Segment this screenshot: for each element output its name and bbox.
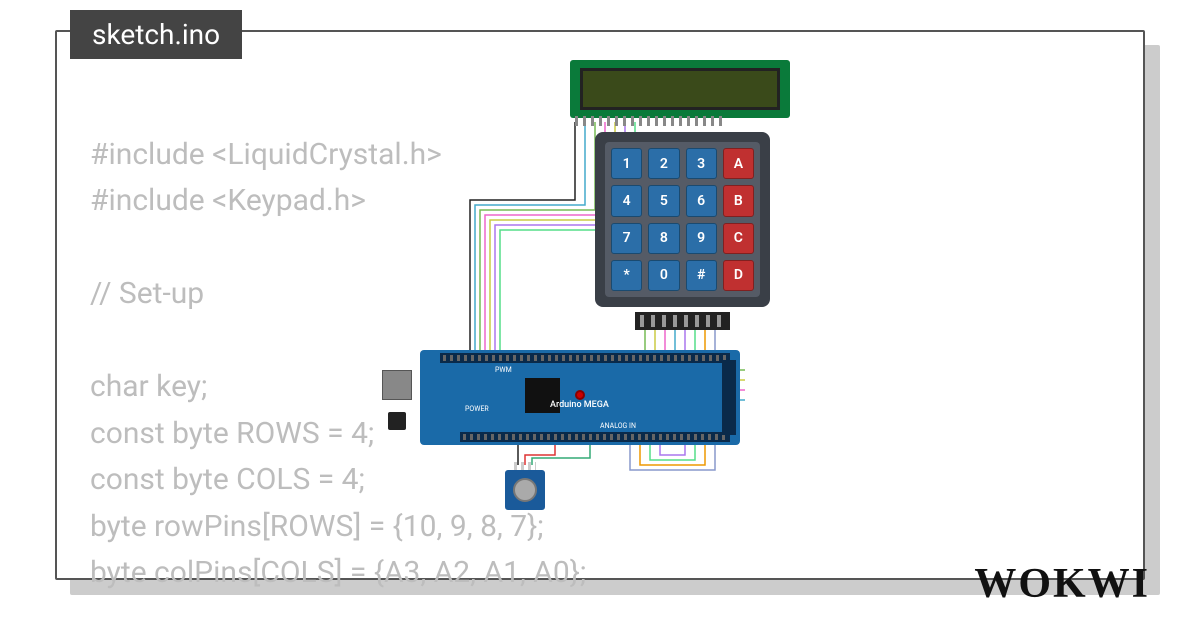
filename-tab[interactable]: sketch.ino [70,10,242,59]
keypad-key-1[interactable]: 1 [611,148,642,179]
keypad-key-2[interactable]: 2 [648,148,679,179]
keypad-key-5[interactable]: 5 [648,185,679,216]
mega-reset-button[interactable] [575,390,585,400]
code-line: char key; [90,369,207,404]
keypad-key-0[interactable]: 0 [648,260,679,291]
code-line: // Set-up [90,276,204,311]
mega-usb-port [382,370,412,400]
keypad-grid: 123A 456B 789C *0#D [605,142,760,297]
keypad-key-A[interactable]: A [723,148,754,179]
keypad-key-3[interactable]: 3 [686,148,717,179]
keypad-key-B[interactable]: B [723,185,754,216]
wokwi-logo: WOKWI [974,560,1150,608]
lcd-display[interactable] [570,60,790,118]
mega-header-top [440,353,730,363]
mega-header-right [722,360,736,435]
board-analog-label: ANALOG IN [600,422,636,430]
potentiometer-pins [514,462,536,470]
code-line: const byte COLS = 4; [90,462,365,497]
keypad-key-D[interactable]: D [723,260,754,291]
code-line: byte colPins[COLS] = {A3, A2, A1, A0}; [90,555,586,590]
code-line: const byte ROWS = 4; [90,416,374,451]
keypad-key-*[interactable]: * [611,260,642,291]
code-line: #include <LiquidCrystal.h> [90,137,442,172]
keypad-key-8[interactable]: 8 [648,223,679,254]
keypad-key-6[interactable]: 6 [686,185,717,216]
code-line: #include <Keypad.h> [90,183,366,218]
mega-power-jack [388,412,406,430]
board-power-label: POWER [465,405,489,413]
keypad-4x4[interactable]: 123A 456B 789C *0#D [595,132,770,307]
board-name-label: Arduino MEGA [550,400,609,410]
keypad-pin-header [635,312,730,330]
mega-header-bottom [460,432,730,442]
board-pwm-label: PWM [495,366,512,374]
potentiometer-knob[interactable] [513,478,537,502]
keypad-key-7[interactable]: 7 [611,223,642,254]
code-line: byte rowPins[ROWS] = {10, 9, 8, 7}; [90,509,544,544]
keypad-key-9[interactable]: 9 [686,223,717,254]
lcd-pins [575,116,725,126]
keypad-key-#[interactable]: # [686,260,717,291]
keypad-key-4[interactable]: 4 [611,185,642,216]
keypad-key-C[interactable]: C [723,223,754,254]
lcd-screen [580,68,780,110]
circuit-diagram[interactable]: 123A 456B 789C *0#D Arduino MEGA POWER ANAL… [400,60,880,510]
